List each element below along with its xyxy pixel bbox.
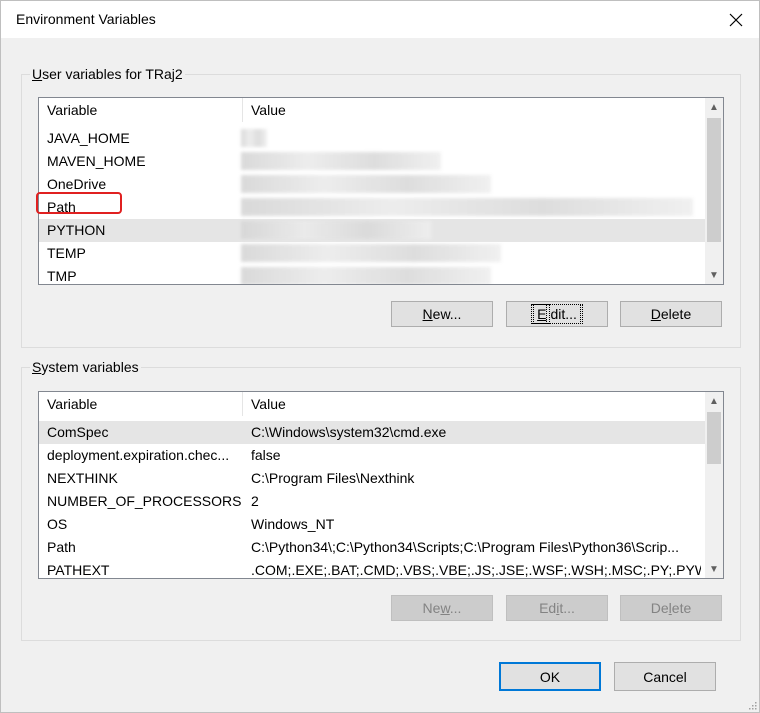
list-header: Variable Value [39,392,705,416]
scroll-down-icon[interactable]: ▼ [705,560,723,578]
system-list-scrollbar[interactable]: ▲ ▼ [705,392,723,578]
table-row[interactable]: OneDrive [39,173,705,196]
window-title: Environment Variables [16,11,156,27]
scroll-down-icon[interactable]: ▼ [705,266,723,284]
user-variables-list[interactable]: Variable Value JAVA_HOME MAVEN_HOME OneD… [38,97,724,285]
table-row[interactable]: NEXTHINK C:\Program Files\Nexthink [39,467,705,490]
scrollbar-thumb[interactable] [707,118,721,242]
list-header: Variable Value [39,98,705,122]
system-delete-button[interactable]: Delete [620,595,722,621]
table-row[interactable]: PATHEXT .COM;.EXE;.BAT;.CMD;.VBS;.VBE;.JS… [39,559,705,578]
table-row[interactable]: Path [39,196,705,219]
table-row[interactable]: Path C:\Python34\;C:\Python34\Scripts;C:\… [39,536,705,559]
column-header-variable[interactable]: Variable [47,396,97,412]
table-row[interactable]: PYTHON [39,219,705,242]
system-variables-list[interactable]: Variable Value ComSpec C:\Windows\system3… [38,391,724,579]
system-new-button[interactable]: New... [391,595,493,621]
user-variables-label: User variables for TRaj2 [30,66,185,82]
ok-button[interactable]: OK [499,662,601,691]
column-header-value[interactable]: Value [251,102,286,118]
scroll-up-icon[interactable]: ▲ [705,392,723,410]
close-button[interactable] [713,1,759,38]
environment-variables-dialog: Environment Variables User variables for… [0,0,760,713]
user-edit-button[interactable]: Edit... [506,301,608,327]
table-row[interactable]: TEMP [39,242,705,265]
table-row[interactable]: OS Windows_NT [39,513,705,536]
user-new-button[interactable]: New... [391,301,493,327]
user-delete-button[interactable]: Delete [620,301,722,327]
table-row[interactable]: ComSpec C:\Windows\system32\cmd.exe [39,421,705,444]
close-icon [729,13,743,26]
scroll-up-icon[interactable]: ▲ [705,98,723,116]
column-header-value[interactable]: Value [251,396,286,412]
title-bar: Environment Variables [1,1,759,38]
table-row[interactable]: JAVA_HOME [39,127,705,150]
table-row[interactable]: MAVEN_HOME [39,150,705,173]
system-variables-label: System variables [30,359,141,375]
table-row[interactable]: NUMBER_OF_PROCESSORS 2 [39,490,705,513]
system-edit-button[interactable]: Edit... [506,595,608,621]
scrollbar-thumb[interactable] [707,412,721,464]
column-header-variable[interactable]: Variable [47,102,97,118]
table-row[interactable]: deployment.expiration.chec... false [39,444,705,467]
table-row[interactable]: TMP [39,265,705,284]
cancel-button[interactable]: Cancel [614,662,716,691]
path-highlight-annotation [36,192,122,214]
user-list-scrollbar[interactable]: ▲ ▼ [705,98,723,284]
resize-grip-icon[interactable] [747,700,757,710]
